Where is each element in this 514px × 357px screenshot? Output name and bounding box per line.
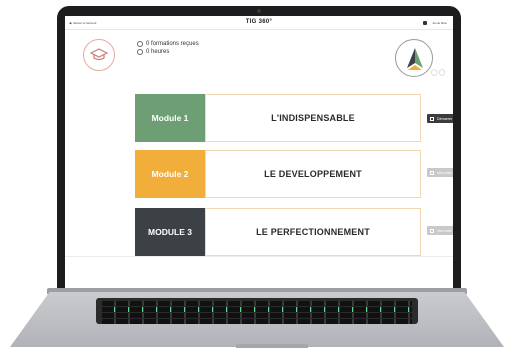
- module-row-3: MODULE 3 LE PERFECTIONNEMENT: [135, 208, 421, 256]
- key-row: [102, 313, 412, 318]
- top-bar: ◀ Retour à l'accueil TIG 360° Annie Rice: [65, 16, 453, 30]
- camera-icon: [257, 9, 261, 13]
- module-title: LE DEVELOPPEMENT: [205, 150, 421, 198]
- brand-logo: [395, 39, 433, 77]
- hours-count: 0 heures: [146, 49, 170, 55]
- key-row: [102, 301, 412, 306]
- check-circle-icon: [137, 41, 143, 47]
- graduation-cap-icon: [83, 39, 115, 71]
- module-row-1: Module 1 L'INDISPENSABLE: [135, 94, 421, 142]
- user-icon: [423, 21, 428, 25]
- play-icon: [430, 116, 434, 121]
- logo-decoration: ◯◯: [431, 70, 447, 76]
- locked-label: Verrouillé: [437, 170, 452, 175]
- lock-icon: [430, 170, 434, 175]
- trainings-count: 0 formations reçues: [146, 41, 199, 47]
- keyboard: [96, 298, 418, 324]
- laptop-scene: ◀ Retour à l'accueil TIG 360° Annie Rice: [0, 0, 514, 357]
- training-stats: 0 formations reçues 0 heures: [137, 40, 199, 56]
- user-label: Annie Rice: [432, 21, 447, 25]
- laptop-lid: ◀ Retour à l'accueil TIG 360° Annie Rice: [57, 6, 461, 296]
- start-button[interactable]: Démarrer: [427, 114, 453, 123]
- clock-icon: [137, 49, 143, 55]
- locked-button[interactable]: Verrouillé: [427, 168, 453, 177]
- module-row-2: Module 2 LE DEVELOPPEMENT: [135, 150, 421, 198]
- divider: [65, 256, 453, 257]
- key-row: [102, 307, 412, 312]
- locked-label: Verrouillé: [437, 228, 452, 233]
- user-menu[interactable]: Annie Rice: [423, 21, 447, 25]
- key-row: [102, 319, 412, 324]
- lock-icon: [430, 228, 434, 233]
- module-label: MODULE 3: [135, 208, 205, 256]
- module-label: Module 1: [135, 94, 205, 142]
- locked-button[interactable]: Verrouillé: [427, 226, 453, 235]
- trackpad: [236, 344, 308, 348]
- app-screen: ◀ Retour à l'accueil TIG 360° Annie Rice: [65, 16, 453, 290]
- app-brand: TIG 360°: [245, 19, 273, 25]
- module-label: Module 2: [135, 150, 205, 198]
- module-title: LE PERFECTIONNEMENT: [205, 208, 421, 256]
- module-title: L'INDISPENSABLE: [205, 94, 421, 142]
- start-label: Démarrer: [437, 116, 453, 121]
